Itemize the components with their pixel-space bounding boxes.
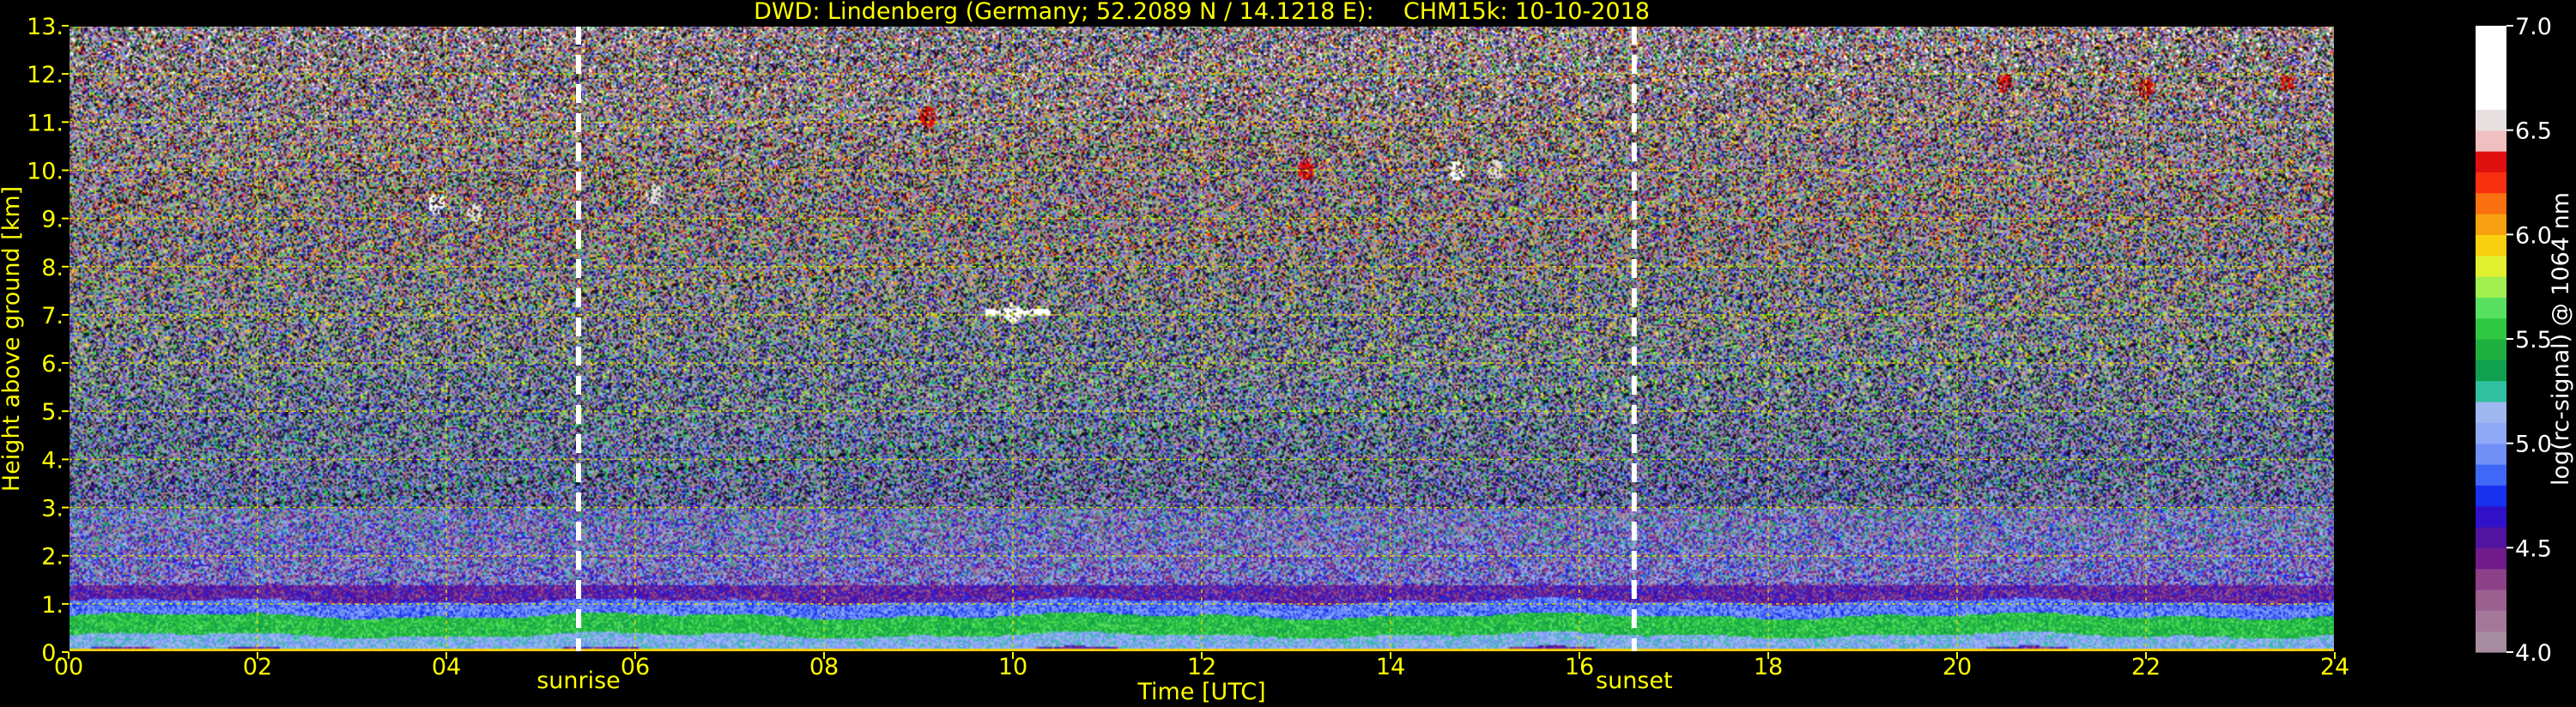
event-label-sunrise: sunrise	[536, 668, 621, 694]
colorbar-segment	[2476, 547, 2506, 570]
x-tick-label: 12	[1187, 654, 1216, 680]
colorbar-segment	[2476, 214, 2506, 235]
x-tick-label: 06	[621, 654, 650, 680]
colorbar-segment	[2476, 67, 2506, 89]
y-tick-label: 7.	[41, 303, 64, 329]
y-tick-label: 0.	[41, 640, 64, 667]
colorbar-segment	[2476, 234, 2506, 257]
colorbar-tick-label: 4.5	[2515, 535, 2552, 562]
colorbar-segment	[2476, 46, 2506, 69]
y-tick-label: 9.	[41, 207, 64, 233]
x-tick-label: 02	[243, 654, 272, 680]
colorbar-segment	[2476, 192, 2506, 215]
y-tick-label: 8.	[41, 255, 64, 281]
y-tick-label: 11.	[27, 110, 64, 136]
x-tick-label: 20	[1943, 654, 1972, 680]
x-tick-label: 24	[2320, 654, 2349, 680]
colorbar-segment	[2476, 422, 2506, 444]
colorbar-segment	[2476, 380, 2506, 402]
colorbar-segment	[2476, 172, 2506, 194]
colorbar-tick-label: 5.5	[2515, 327, 2552, 354]
colorbar-segment	[2476, 276, 2506, 298]
colorbar-tick-label: 4.0	[2515, 640, 2552, 667]
colorbar-segment	[2476, 402, 2506, 423]
x-tick-label: 04	[432, 654, 461, 680]
colorbar-segment	[2476, 255, 2506, 277]
colorbar-segment	[2476, 88, 2506, 110]
y-tick-label: 13.	[27, 14, 64, 40]
colorbar-tick-label: 7.0	[2515, 14, 2552, 40]
y-tick-label: 2.	[41, 544, 64, 571]
x-tick-label: 10	[998, 654, 1027, 680]
y-tick-label: 12.	[27, 62, 64, 88]
colorbar-segment	[2476, 568, 2506, 590]
chart-title: DWD: Lindenberg (Germany; 52.2089 N / 14…	[754, 0, 1650, 25]
y-tick-label: 3.	[41, 496, 64, 523]
colorbar-segment	[2476, 505, 2506, 528]
colorbar-segment	[2476, 151, 2506, 172]
colorbar-segment	[2476, 631, 2506, 653]
x-tick-label: 14	[1376, 654, 1405, 680]
colorbar-label: log(rc-signal) @ 1064 nm	[2548, 192, 2574, 486]
colorbar-segment	[2476, 339, 2506, 360]
colorbar-segment	[2476, 464, 2506, 486]
colorbar-segment	[2476, 610, 2506, 632]
y-tick-label: 6.	[41, 351, 64, 378]
y-tick-label: 1.	[41, 592, 64, 619]
x-axis-label: Time [UTC]	[1136, 679, 1265, 705]
x-tick-label: 16	[1565, 654, 1594, 680]
colorbar-segment	[2476, 130, 2506, 152]
y-axis-label: Height above ground [km]	[0, 186, 25, 492]
colorbar-segment	[2476, 297, 2506, 319]
colorbar-tick-label: 5.0	[2515, 432, 2552, 458]
x-tick-label: 22	[2131, 654, 2161, 680]
colorbar-segment	[2476, 589, 2506, 611]
colorbar-tick-label: 6.0	[2515, 222, 2552, 249]
lidar-quicklook-chart: DWD: Lindenberg (Germany; 52.2089 N / 14…	[0, 0, 2576, 707]
colorbar-segment	[2476, 317, 2506, 340]
colorbar-segment	[2476, 109, 2506, 131]
colorbar-segment	[2476, 485, 2506, 507]
colorbar-tick-label: 6.5	[2515, 118, 2552, 145]
y-tick-label: 10.	[27, 158, 64, 184]
colorbar-segment	[2476, 360, 2506, 382]
colorbar-segment	[2476, 443, 2506, 465]
colorbar-segment	[2476, 527, 2506, 548]
y-tick-label: 5.	[41, 399, 64, 426]
colorbar-segment	[2476, 26, 2506, 47]
y-tick-label: 4.	[41, 447, 64, 474]
x-tick-label: 18	[1754, 654, 1783, 680]
event-label-sunset: sunset	[1596, 668, 1673, 694]
x-tick-label: 08	[809, 654, 839, 680]
